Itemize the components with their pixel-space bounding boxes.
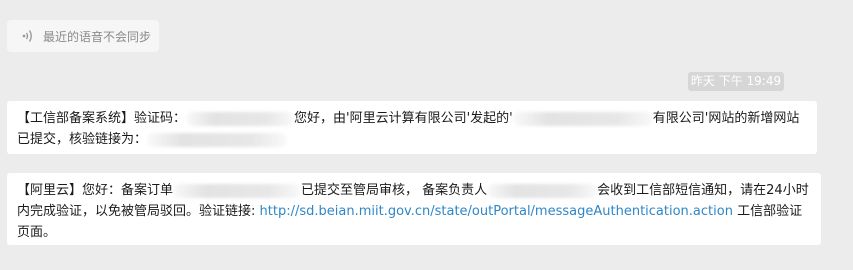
message-text: 您好，由'阿里云计算有限公司'发起的' — [294, 111, 513, 126]
message-text: 【阿里云】您好：备案订单 — [17, 183, 174, 198]
message-bubble-verification-code[interactable]: 【工信部备案系统】验证码： 您好，由'阿里云计算有限公司'发起的' 有限公司'网站的… — [7, 101, 817, 154]
message-bubble-aliyun-notice[interactable]: 【阿里云】您好：备案订单 已提交至管局审核， 备案负责人 会收到工信部短信通知，请在… — [7, 173, 821, 245]
redacted-company-name — [512, 111, 653, 126]
voice-message-label: 最近的语音不会同步 — [43, 29, 152, 44]
timestamp-badge: 昨天 下午 19:49 — [688, 72, 784, 91]
redacted-order-id — [173, 183, 302, 198]
redacted-person-name — [487, 183, 598, 198]
verification-link[interactable]: http://sd.beian.miit.gov.cn/state/outPor… — [260, 204, 733, 219]
redacted-code — [186, 111, 295, 126]
redacted-link — [147, 132, 288, 147]
voice-wave-icon — [22, 30, 32, 42]
message-text: 已提交至管局审核， 备案负责人 — [301, 183, 488, 198]
voice-message-bubble[interactable]: 最近的语音不会同步 — [7, 20, 159, 52]
message-text: 【工信部备案系统】验证码： — [17, 111, 187, 126]
